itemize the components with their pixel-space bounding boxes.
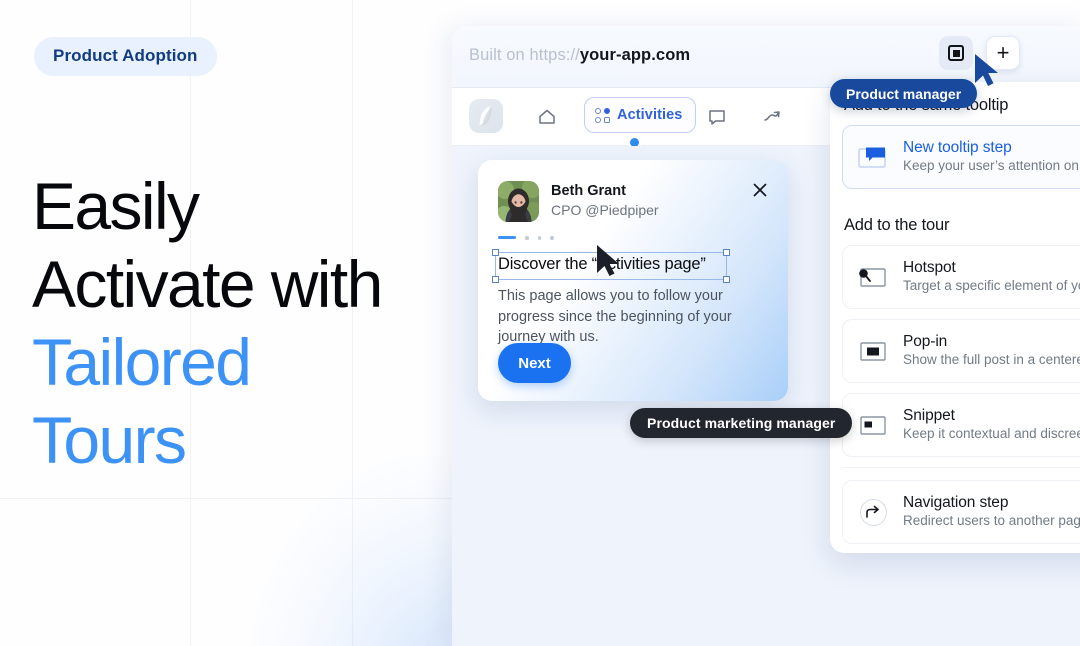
menu-item-subtitle: Keep it contextual and discreet [903, 426, 1080, 441]
menu-item-snippet[interactable]: Snippet Keep it contextual and discreet [842, 393, 1080, 457]
step-dot [550, 236, 554, 240]
home-icon[interactable] [532, 102, 562, 132]
navigation-arrow-icon [857, 498, 889, 526]
tooltip-description: This page allows you to follow your prog… [498, 288, 732, 346]
menu-item-subtitle: Redirect users to another page [903, 513, 1080, 528]
preview-screen-button[interactable] [939, 36, 973, 70]
menu-item-hotspot[interactable]: Hotspot Target a specific element of you [842, 245, 1080, 309]
add-step-button[interactable]: + [986, 36, 1020, 70]
app-logo [469, 99, 503, 133]
page-root: Product Adoption Easily Activate with Ta… [0, 0, 1080, 646]
tab-activities-label: Activities [617, 107, 683, 123]
headline-line-1: Easily [32, 169, 200, 243]
tooltip-author-name: Beth Grant [551, 183, 626, 199]
headline-line-3: Tailored [32, 324, 252, 399]
menu-section-heading: Add to the tour [844, 216, 950, 234]
headline-line-2: Activate with [32, 246, 383, 321]
menu-item-title: Navigation step [903, 494, 1009, 511]
category-tag: Product Adoption [34, 37, 217, 76]
browser-bar: Built on https://your-app.com + [452, 26, 1080, 88]
trending-up-icon[interactable] [759, 102, 789, 132]
snippet-icon [857, 412, 889, 438]
menu-item-subtitle: Show the full post in a centered [903, 352, 1080, 367]
add-step-menu: Add to the same tooltip New tooltip step… [830, 82, 1080, 553]
url-domain: your-app.com [579, 46, 691, 64]
step-progress-dots [498, 236, 554, 240]
menu-item-title: New tooltip step [903, 139, 1012, 156]
headline-line-4: Tours [32, 402, 187, 477]
collaborator-badge-dark: Product marketing manager [630, 408, 853, 438]
url-prefix: Built on https:// [469, 46, 580, 64]
step-dot [525, 236, 529, 240]
menu-item-subtitle: Target a specific element of you [903, 278, 1080, 293]
hotspot-icon [857, 264, 889, 290]
menu-item-title: Snippet [903, 407, 955, 424]
tooltip-author-role: CPO @Piedpiper [551, 202, 659, 218]
page-title: Easily Activate with Tailored Tours [32, 168, 383, 480]
menu-item-new-tooltip-step[interactable]: New tooltip step Keep your user’s attent… [842, 125, 1080, 189]
chat-bubble-icon[interactable] [702, 102, 732, 132]
menu-item-title: Pop-in [903, 333, 948, 350]
next-button[interactable]: Next [498, 343, 571, 383]
tooltip-bubble-icon [857, 144, 889, 170]
close-icon[interactable] [750, 180, 770, 200]
step-dot [537, 236, 541, 240]
menu-item-subtitle: Keep your user’s attention on ar [903, 158, 1080, 173]
step-dot-active [498, 236, 516, 240]
avatar [498, 181, 539, 222]
menu-item-pop-in[interactable]: Pop-in Show the full post in a centered [842, 319, 1080, 383]
tab-activities[interactable]: Activities [584, 97, 697, 133]
tooltip-card: Beth Grant CPO @Piedpiper Discover the “… [478, 160, 788, 401]
url-bar[interactable]: Built on https://your-app.com [469, 46, 690, 65]
menu-divider [842, 467, 1080, 468]
screen-icon [948, 45, 964, 61]
plus-icon: + [996, 40, 1010, 65]
menu-item-navigation-step[interactable]: Navigation step Redirect users to anothe… [842, 480, 1080, 544]
popin-icon [857, 338, 889, 364]
menu-item-title: Hotspot [903, 259, 956, 276]
grid-icon [595, 107, 610, 123]
collaborator-badge-blue: Product manager [830, 79, 978, 108]
tooltip-title[interactable]: Discover the “Activities page” [498, 255, 730, 274]
